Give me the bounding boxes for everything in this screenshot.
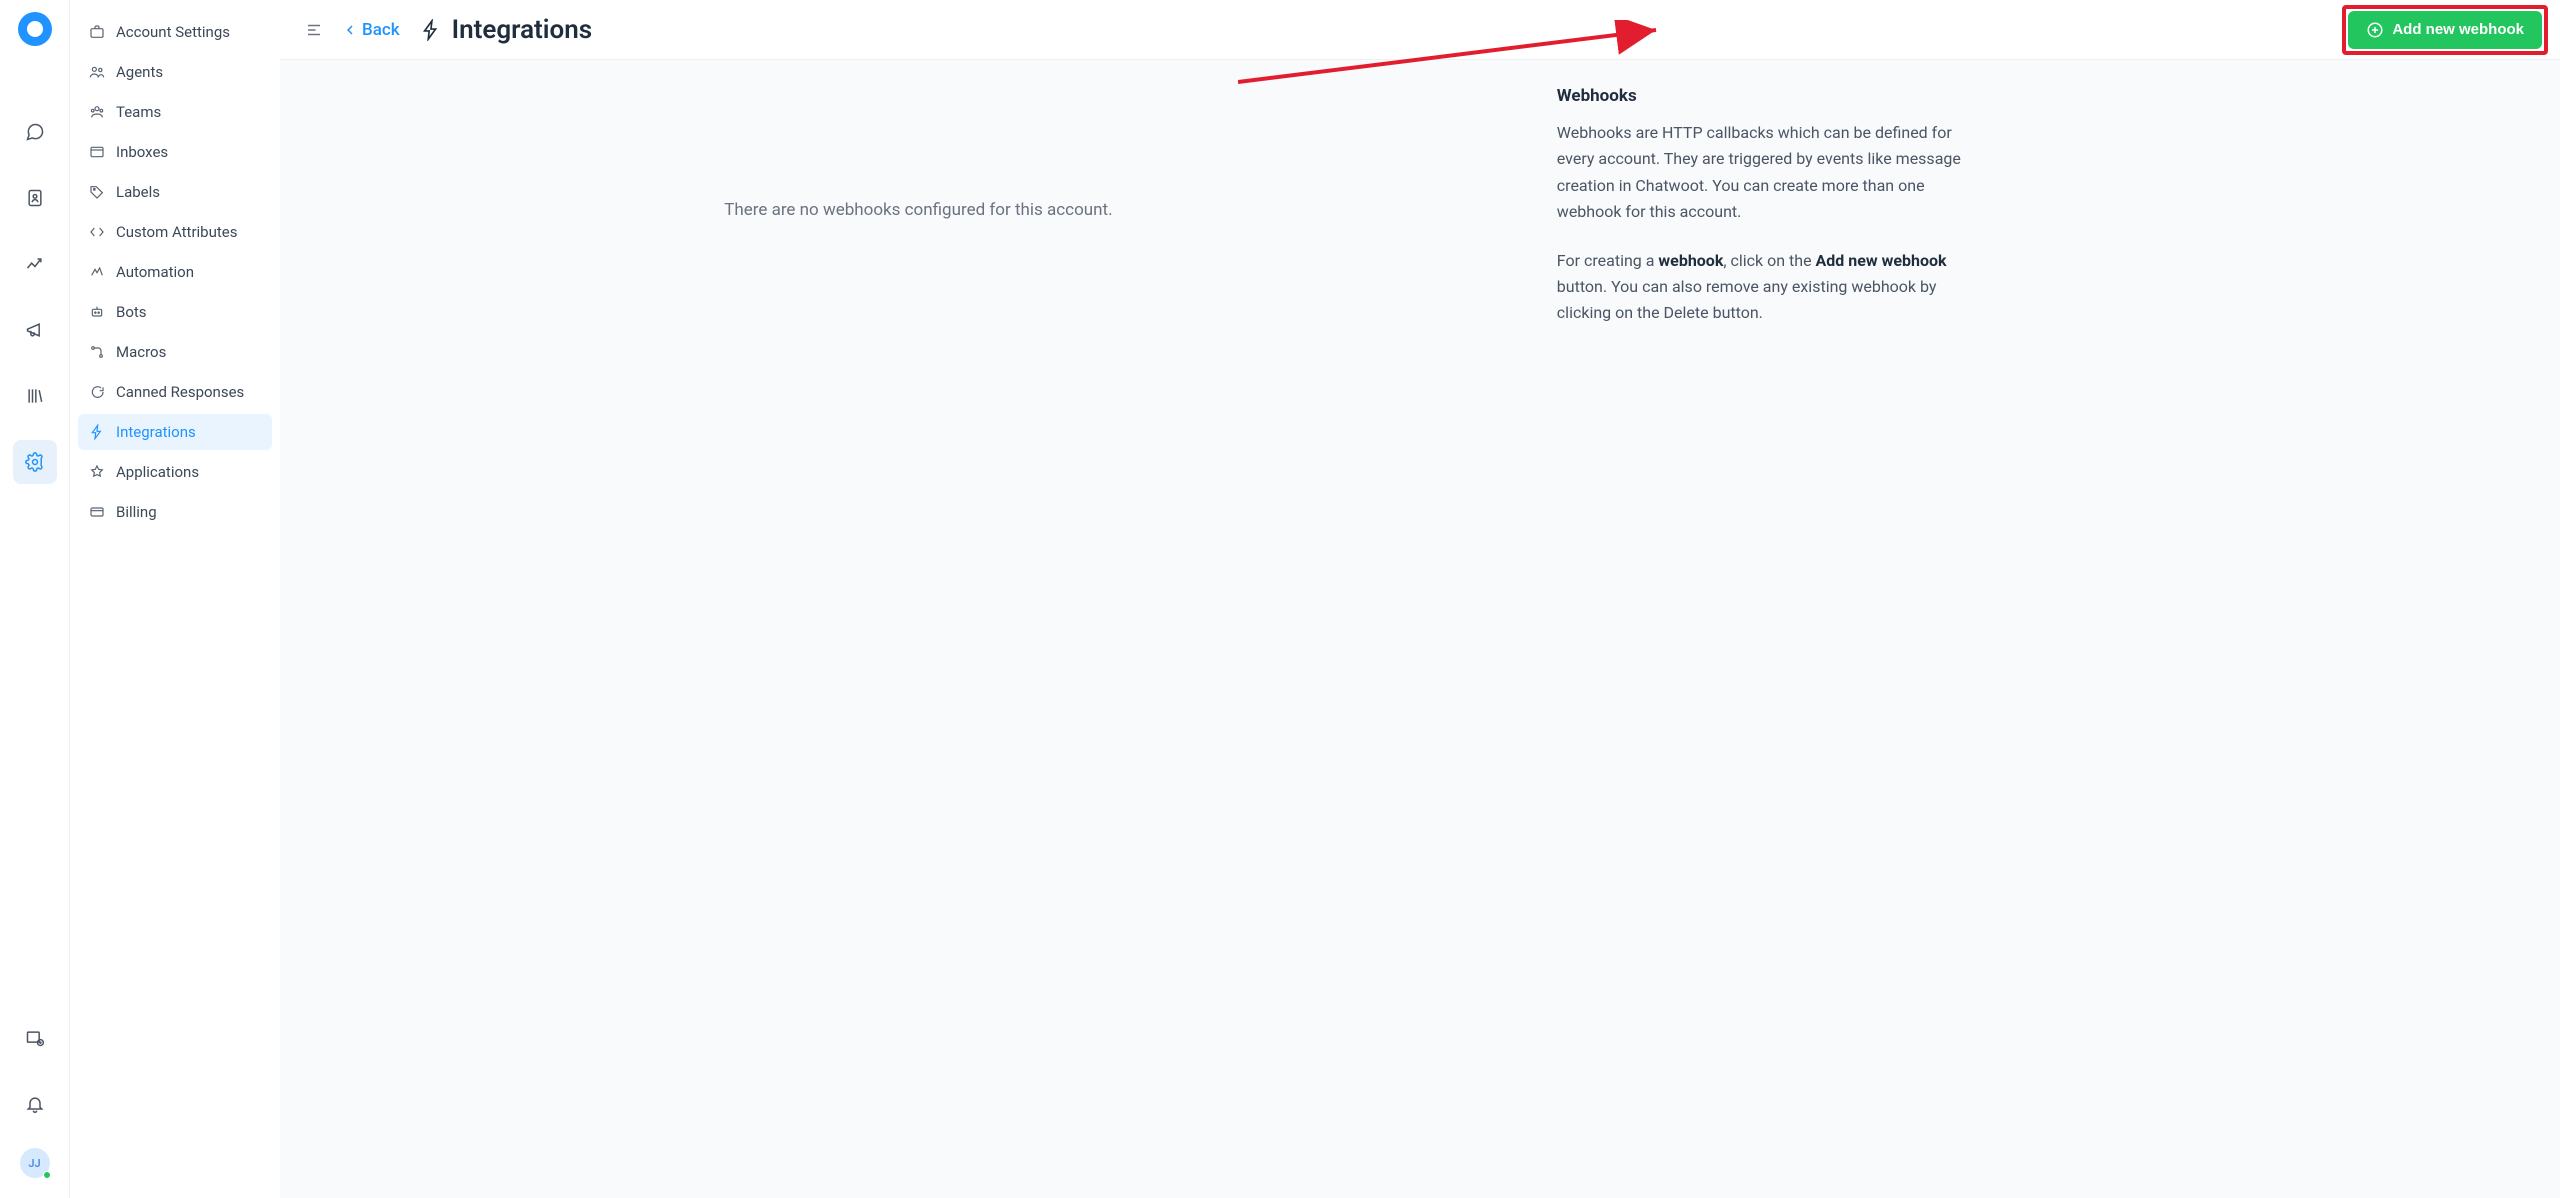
sidebar-item-label: Labels	[116, 183, 160, 201]
content: There are no webhooks configured for thi…	[280, 60, 2560, 1198]
sidebar-item-label: Bots	[116, 303, 147, 321]
flash-icon	[420, 19, 442, 41]
rail-items	[13, 70, 57, 1016]
toggle-sidebar-button[interactable]	[298, 14, 330, 46]
sidebar-item-integrations[interactable]: Integrations	[78, 414, 272, 450]
sidebar-item-custom-attributes[interactable]: Custom Attributes	[78, 214, 272, 250]
main-area: Back Integrations Add new webhook There …	[280, 0, 2560, 1198]
sidebar-item-label: Custom Attributes	[116, 223, 237, 241]
sidebar-item-label: Teams	[116, 103, 161, 121]
books-icon	[25, 386, 45, 406]
webhooks-empty-state: There are no webhooks configured for thi…	[280, 60, 1557, 1198]
team-icon	[88, 103, 106, 121]
rail-bottom: JJ	[13, 1016, 57, 1186]
rail-item-docs[interactable]	[13, 1016, 57, 1060]
sidebar-item-agents[interactable]: Agents	[78, 54, 272, 90]
rail-item-notifications[interactable]	[13, 1082, 57, 1126]
sidebar-item-label: Macros	[116, 343, 166, 361]
empty-state-text: There are no webhooks configured for thi…	[724, 200, 1112, 220]
tag-icon	[88, 183, 106, 201]
settings-sidebar: Account Settings Agents Teams Inboxes La…	[70, 0, 280, 1198]
add-webhook-wrap: Add new webhook	[2348, 11, 2542, 49]
info-title: Webhooks	[1557, 86, 1977, 106]
add-webhook-button[interactable]: Add new webhook	[2348, 11, 2542, 49]
page-title-text: Integrations	[452, 15, 593, 45]
rail-item-campaigns[interactable]	[13, 308, 57, 352]
canned-icon	[88, 383, 106, 401]
user-avatar[interactable]: JJ	[20, 1148, 50, 1178]
rail-item-conversations[interactable]	[13, 110, 57, 154]
inbox-icon	[88, 143, 106, 161]
sidebar-item-account-settings[interactable]: Account Settings	[78, 14, 272, 50]
sidebar-item-label: Agents	[116, 63, 163, 81]
sidebar-item-label: Billing	[116, 503, 157, 521]
info-paragraph-2: For creating a webhook, click on the Add…	[1557, 248, 1977, 327]
flow-icon	[88, 343, 106, 361]
page-title: Integrations	[420, 15, 593, 45]
card-icon	[88, 503, 106, 521]
sidebar-item-billing[interactable]: Billing	[78, 494, 272, 530]
plus-circle-icon	[2366, 21, 2384, 39]
rail-item-reports[interactable]	[13, 242, 57, 286]
sidebar-item-canned-responses[interactable]: Canned Responses	[78, 374, 272, 410]
rail-item-help-center[interactable]	[13, 374, 57, 418]
star-icon	[88, 463, 106, 481]
rail-item-contacts[interactable]	[13, 176, 57, 220]
sidebar-item-macros[interactable]: Macros	[78, 334, 272, 370]
avatar-initials: JJ	[28, 1157, 40, 1170]
sidebar-item-label: Integrations	[116, 423, 196, 441]
automation-icon	[88, 263, 106, 281]
sidebar-item-automation[interactable]: Automation	[78, 254, 272, 290]
add-webhook-label: Add new webhook	[2392, 21, 2524, 38]
menu-icon	[305, 21, 323, 39]
sidebar-item-applications[interactable]: Applications	[78, 454, 272, 490]
sidebar-item-label: Canned Responses	[116, 383, 244, 401]
sidebar-item-labels[interactable]: Labels	[78, 174, 272, 210]
primary-nav-rail: JJ	[0, 0, 70, 1198]
contacts-icon	[25, 188, 45, 208]
megaphone-icon	[25, 320, 45, 340]
reports-icon	[25, 254, 45, 274]
bot-icon	[88, 303, 106, 321]
topbar: Back Integrations Add new webhook	[280, 0, 2560, 60]
briefcase-icon	[88, 23, 106, 41]
back-link[interactable]: Back	[342, 20, 400, 40]
sidebar-item-label: Applications	[116, 463, 199, 481]
info-panel: Webhooks Webhooks are HTTP callbacks whi…	[1557, 60, 2017, 1198]
back-label: Back	[362, 20, 400, 40]
sidebar-item-label: Automation	[116, 263, 194, 281]
presence-indicator-icon	[43, 1171, 51, 1179]
sidebar-item-label: Account Settings	[116, 23, 230, 41]
app-logo[interactable]	[18, 12, 52, 46]
flash-icon	[88, 423, 106, 441]
code-icon	[88, 223, 106, 241]
sidebar-item-inboxes[interactable]: Inboxes	[78, 134, 272, 170]
sidebar-item-label: Inboxes	[116, 143, 168, 161]
sidebar-item-bots[interactable]: Bots	[78, 294, 272, 330]
message-icon	[25, 122, 45, 142]
sidebar-item-teams[interactable]: Teams	[78, 94, 272, 130]
bell-icon	[25, 1094, 45, 1114]
docs-icon	[25, 1028, 45, 1048]
gear-icon	[25, 452, 45, 472]
chevron-left-icon	[342, 22, 358, 38]
people-icon	[88, 63, 106, 81]
info-paragraph-1: Webhooks are HTTP callbacks which can be…	[1557, 120, 1977, 226]
rail-item-settings[interactable]	[13, 440, 57, 484]
